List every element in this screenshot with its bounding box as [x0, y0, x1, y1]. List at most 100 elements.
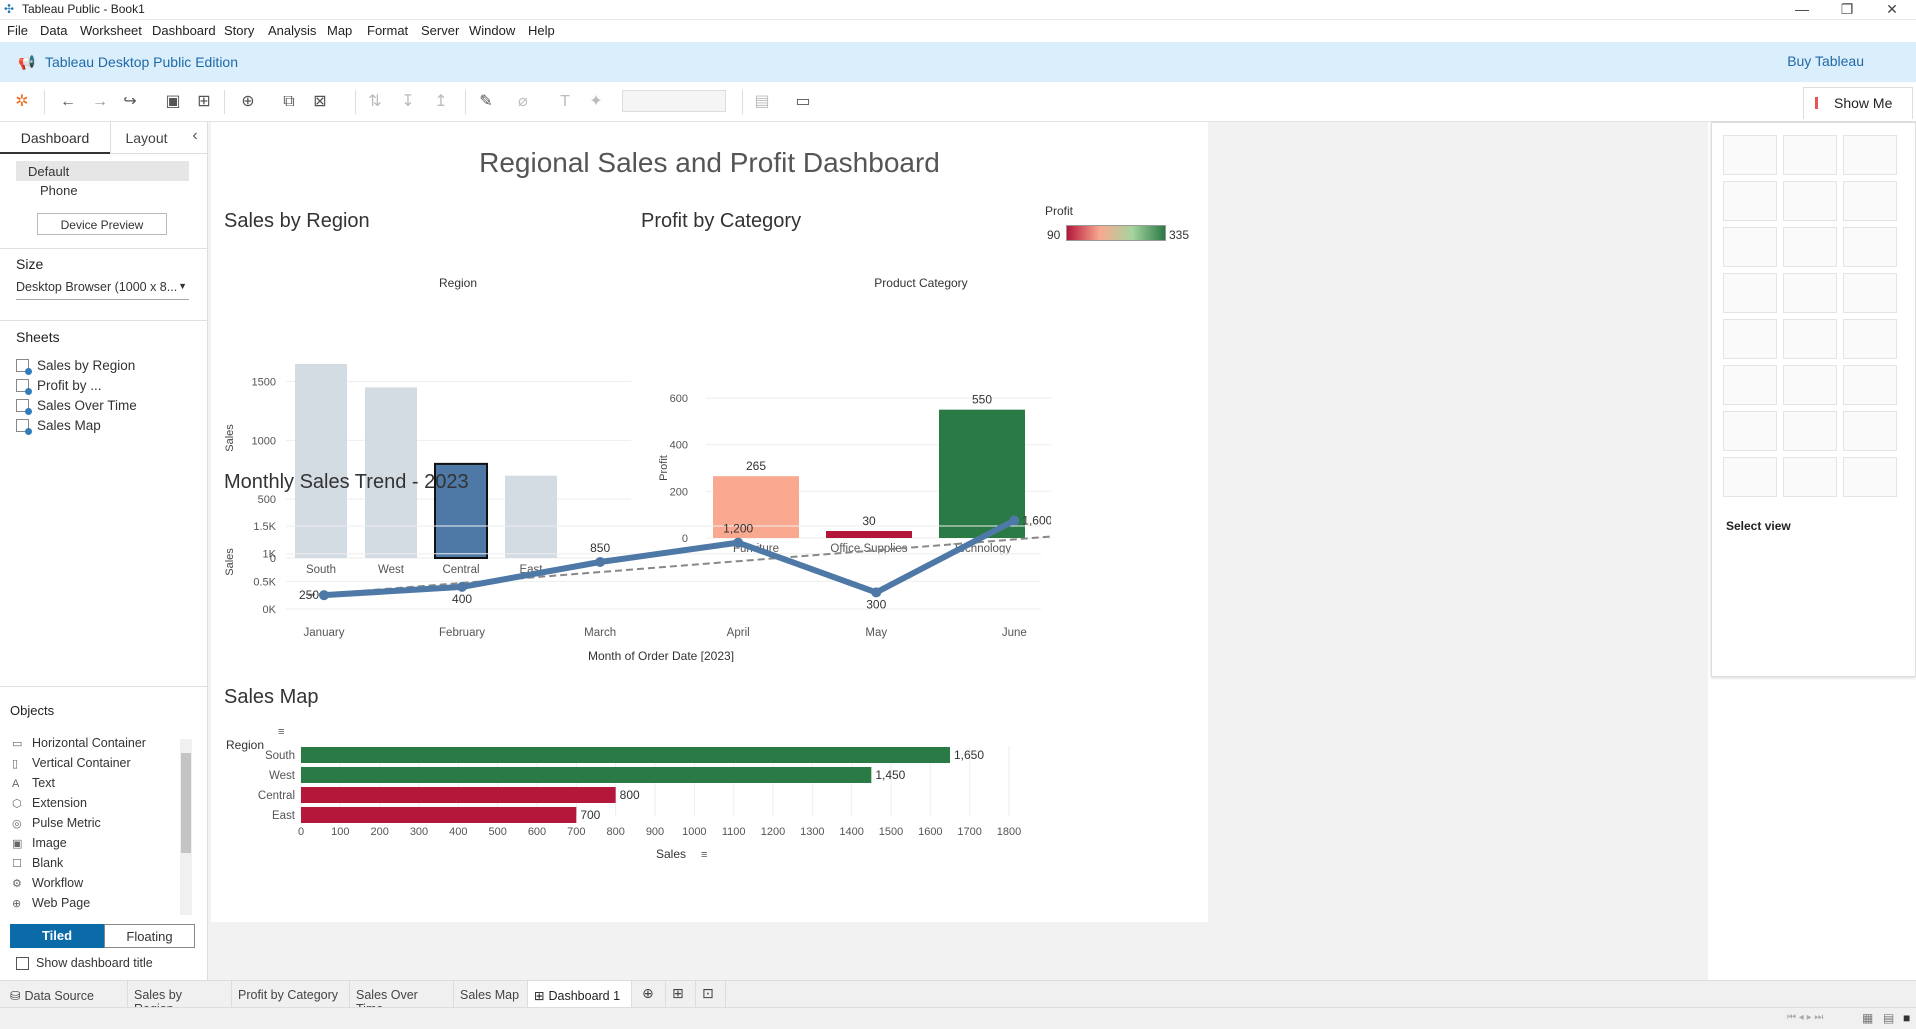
scrollbar-thumb[interactable] — [181, 753, 191, 853]
sort-descending-icon[interactable]: ↥ — [431, 92, 451, 112]
chart-type-packed-bubbles-icon[interactable] — [1843, 457, 1897, 497]
object-vertical-container[interactable]: ▯ Vertical Container — [12, 756, 131, 776]
menu-window[interactable]: Window — [469, 23, 515, 38]
menu-format[interactable]: Format — [367, 23, 408, 38]
tab-data-source[interactable]: ⛁ Data Source — [4, 981, 128, 1008]
chart-type-horizontal-bars-icon[interactable] — [1723, 227, 1777, 267]
object-pulse-metric[interactable]: ◎ Pulse Metric — [12, 816, 101, 836]
minimize-button[interactable]: — — [1782, 0, 1822, 20]
menu-story[interactable]: Story — [224, 23, 254, 38]
new-story-tab-icon[interactable]: ⊡ — [696, 981, 726, 1008]
chart-type-dual-lines-icon[interactable] — [1843, 319, 1897, 359]
close-button[interactable]: ✕ — [1872, 0, 1912, 20]
object-image[interactable]: ▣ Image — [12, 836, 67, 856]
sheet-item-sales-over-time[interactable]: Sales Over Time — [16, 398, 137, 418]
tab-navigation-arrows-icon[interactable]: ⏮ ◂ ▸ ⏭ — [1787, 1012, 1823, 1023]
chart-type-text-table-icon[interactable] — [1723, 135, 1777, 175]
tableau-logo-icon[interactable]: ✲ — [12, 92, 32, 112]
show-cards-icon[interactable]: ▤ — [752, 92, 772, 112]
chart-type-gantt-chart-icon[interactable] — [1723, 457, 1777, 497]
show-title-checkbox[interactable] — [16, 957, 29, 970]
new-worksheet-tab-icon[interactable]: ⊕ — [636, 981, 666, 1008]
fix-axes-icon[interactable]: ✦ — [586, 92, 606, 112]
object-horizontal-container[interactable]: ▭ Horizontal Container — [12, 736, 146, 756]
menu-file[interactable]: File — [7, 23, 28, 38]
tab-sales-over-time[interactable]: Sales Over Time — [350, 981, 454, 1016]
group-members-icon[interactable]: ⌀ — [513, 92, 533, 112]
objects-scrollbar[interactable] — [180, 739, 192, 915]
chart-type-scatter-plot-icon[interactable] — [1723, 411, 1777, 451]
device-phone[interactable]: Phone — [40, 183, 78, 198]
sales-map-chart[interactable]: Region ≡ 0 100 200 300 400 500 600 700 800 900 1000 1… — [211, 714, 1051, 904]
swap-rows-columns-icon[interactable]: ⇅ — [365, 92, 385, 112]
tab-dashboard[interactable]: Dashboard — [0, 122, 110, 154]
tab-profit-by-category[interactable]: Profit by Category — [232, 981, 350, 1008]
device-preview-button[interactable]: Device Preview — [37, 213, 167, 235]
sheet-item-sales-by-region[interactable]: Sales by Region — [16, 358, 135, 378]
sort-ascending-icon[interactable]: ↧ — [398, 92, 418, 112]
redo-icon[interactable]: → — [90, 92, 110, 112]
tab-sales-map[interactable]: Sales Map — [454, 981, 528, 1008]
menu-worksheet[interactable]: Worksheet — [80, 23, 142, 38]
collapse-pane-icon[interactable]: ‹ — [182, 122, 208, 154]
maximize-button[interactable]: ❐ — [1827, 0, 1867, 20]
device-default[interactable]: Default — [16, 161, 189, 181]
tabs-view-icon[interactable]: ■ — [1903, 1011, 1910, 1025]
chart-type-area-continuous-icon[interactable] — [1783, 365, 1837, 405]
chart-type-pie-chart-icon[interactable] — [1843, 181, 1897, 221]
sheet-item-profit-by-category[interactable]: Profit by ... — [16, 378, 102, 398]
save-icon[interactable]: ▣ — [163, 92, 183, 112]
object-web-page[interactable]: ⊕ Web Page — [12, 896, 90, 916]
monthly-sales-trend-chart[interactable]: 0K 0.5K 1K 1.5K Sales 250 January 400 February 85… — [211, 502, 1051, 662]
clear-sheet-icon[interactable]: ⊠ — [310, 92, 330, 112]
size-dropdown[interactable]: Desktop Browser (1000 x 8... ▼ — [16, 280, 189, 300]
chart-type-symbol-map-icon[interactable] — [1723, 181, 1777, 221]
object-extension[interactable]: ⬡ Extension — [12, 796, 87, 816]
new-worksheet-icon[interactable]: ⊕ — [238, 92, 258, 112]
chart-type-lines-continuous-icon[interactable] — [1783, 319, 1837, 359]
new-dashboard-tab-icon[interactable]: ⊞ — [666, 981, 696, 1008]
chart-type-heat-map-icon[interactable] — [1783, 135, 1837, 175]
object-blank[interactable]: ☐ Blank — [12, 856, 63, 876]
duplicate-sheet-icon[interactable]: ⧉ — [279, 92, 299, 112]
chart-type-side-by-side-bars-icon[interactable] — [1843, 227, 1897, 267]
menu-data[interactable]: Data — [40, 23, 67, 38]
menu-server[interactable]: Server — [421, 23, 459, 38]
menu-dashboard[interactable]: Dashboard — [152, 23, 216, 38]
chart-type-box-and-whisker-icon[interactable] — [1843, 411, 1897, 451]
object-text[interactable]: A Text — [12, 776, 55, 796]
floating-button[interactable]: Floating — [104, 924, 195, 948]
menu-help[interactable]: Help — [528, 23, 555, 38]
menu-analysis[interactable]: Analysis — [268, 23, 316, 38]
fit-dropdown[interactable] — [622, 90, 726, 112]
filmstrip-view-icon[interactable]: ▦ — [1862, 1011, 1873, 1025]
replace-data-icon[interactable]: ↪ — [120, 92, 140, 112]
menu-map[interactable]: Map — [327, 23, 352, 38]
tab-layout[interactable]: Layout — [110, 122, 182, 154]
chart-type-dual-combination-icon[interactable] — [1843, 365, 1897, 405]
chart-type-area-discrete-icon[interactable] — [1723, 365, 1777, 405]
chart-type-filled-map-icon[interactable] — [1783, 181, 1837, 221]
tiled-button[interactable]: Tiled — [10, 924, 104, 948]
chart-type-lines-discrete-icon[interactable] — [1723, 319, 1777, 359]
undo-icon[interactable]: ← — [58, 92, 78, 112]
chart-type-side-by-side-circles-icon[interactable] — [1843, 273, 1897, 313]
chart-type-highlight-table-icon[interactable] — [1843, 135, 1897, 175]
new-datasource-icon[interactable]: ⊞ — [194, 92, 214, 112]
buy-tableau-link[interactable]: Buy Tableau — [1787, 53, 1864, 69]
show-mark-labels-icon[interactable]: T — [555, 92, 575, 112]
object-workflow[interactable]: ⚙ Workflow — [12, 876, 83, 896]
chart-type-histogram-icon[interactable] — [1783, 411, 1837, 451]
sheet-sorter-view-icon[interactable]: ▤ — [1883, 1011, 1894, 1025]
chart-type-bullet-graph-icon[interactable] — [1783, 457, 1837, 497]
chart-type-stacked-bars-icon[interactable] — [1783, 227, 1837, 267]
highlight-icon[interactable]: ✎ — [476, 92, 496, 112]
profit-color-legend[interactable] — [1066, 225, 1166, 241]
chart-type-circle-views-icon[interactable] — [1783, 273, 1837, 313]
tab-dashboard-1[interactable]: ⊞ Dashboard 1 — [528, 981, 632, 1008]
presentation-mode-icon[interactable]: ▭ — [793, 92, 813, 112]
tab-sales-by-region[interactable]: Sales by Region — [128, 981, 232, 1016]
show-me-button[interactable]: Show Me — [1803, 87, 1913, 119]
chart-type-treemap-icon[interactable] — [1723, 273, 1777, 313]
sheet-item-sales-map[interactable]: Sales Map — [16, 418, 101, 438]
